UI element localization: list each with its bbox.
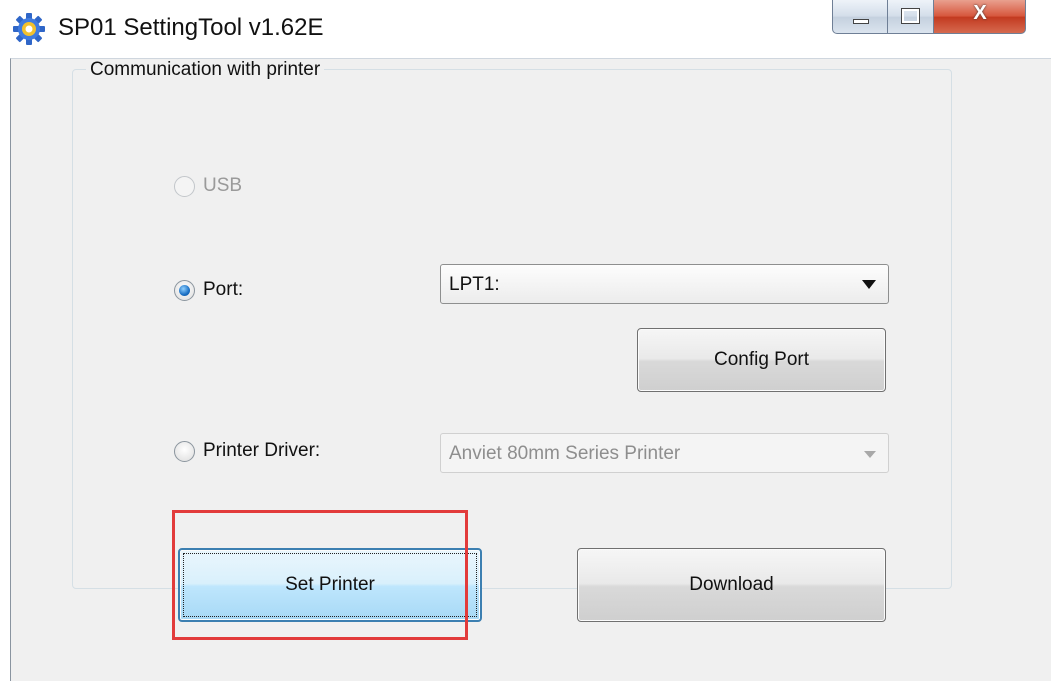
port-option: Port: <box>174 279 243 301</box>
maximize-icon <box>901 8 920 24</box>
dropdown-arrow-icon <box>864 451 876 458</box>
usb-radio[interactable] <box>174 175 195 197</box>
dropdown-arrow-icon <box>862 280 876 289</box>
download-label: Download <box>689 574 774 595</box>
printer-driver-radio[interactable] <box>174 440 195 462</box>
close-button[interactable]: X <box>934 0 1026 34</box>
window-title: SP01 SettingTool v1.62E <box>58 14 324 41</box>
maximize-button[interactable] <box>888 0 934 34</box>
port-select-value: LPT1: <box>449 274 500 295</box>
printer-driver-select-value: Anviet 80mm Series Printer <box>449 443 681 464</box>
printer-driver-option: Printer Driver: <box>174 440 320 462</box>
group-legend: Communication with printer <box>86 59 325 81</box>
usb-option: USB <box>174 175 242 197</box>
gear-icon <box>13 13 45 45</box>
config-port-label: Config Port <box>713 349 810 370</box>
printer-driver-label: Printer Driver: <box>203 440 321 461</box>
download-button[interactable]: Download <box>577 548 886 622</box>
set-printer-label: Set Printer <box>285 574 375 595</box>
usb-label: USB <box>203 175 243 196</box>
window-controls: X <box>832 0 1026 36</box>
close-icon: X <box>973 2 987 24</box>
set-printer-button[interactable]: Set Printer <box>178 548 482 622</box>
port-radio[interactable] <box>174 279 195 301</box>
minimize-button[interactable] <box>832 0 888 34</box>
port-label: Port: <box>203 279 244 300</box>
config-port-button[interactable]: Config Port <box>637 328 886 392</box>
title-bar[interactable]: SP01 SettingTool v1.62E X <box>0 0 1051 58</box>
minimize-icon <box>853 19 869 24</box>
printer-driver-select[interactable]: Anviet 80mm Series Printer <box>440 433 889 473</box>
port-select[interactable]: LPT1: <box>440 264 889 304</box>
